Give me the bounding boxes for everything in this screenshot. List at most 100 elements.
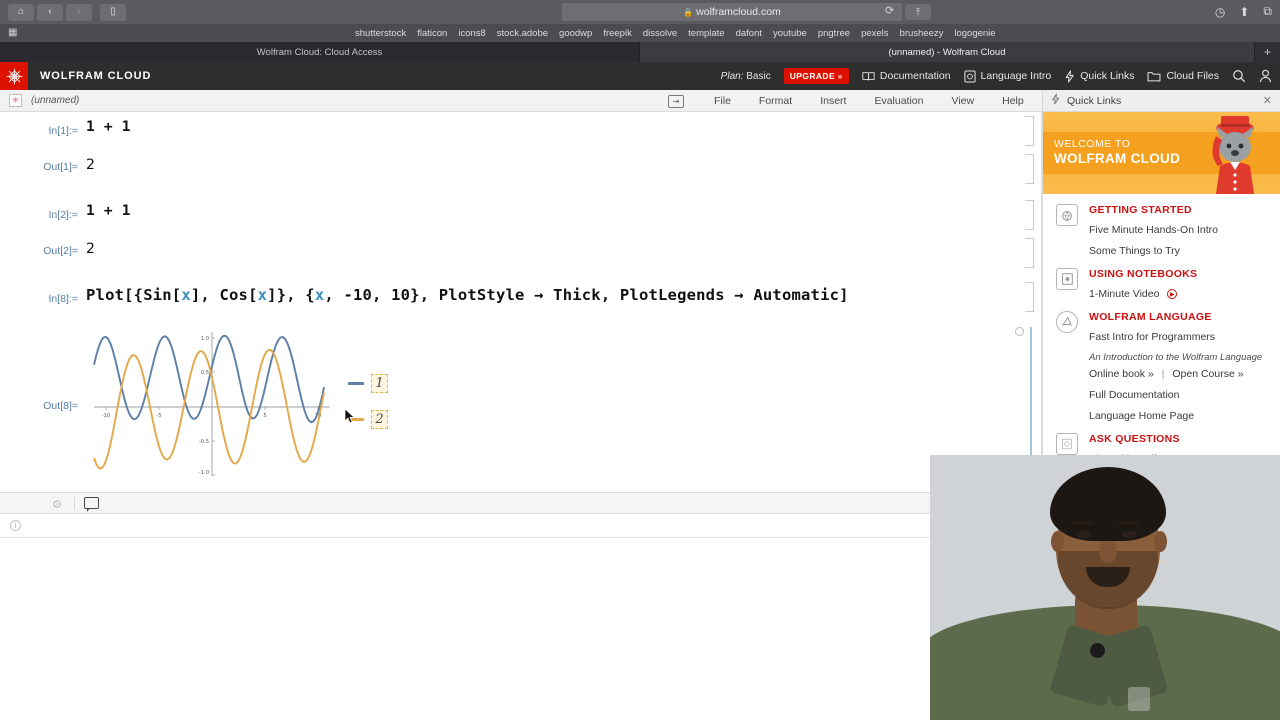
play-icon[interactable]: ▶ <box>1167 289 1178 300</box>
bookmark-item[interactable]: dafont <box>736 28 762 39</box>
forward-button[interactable]: › <box>66 3 92 21</box>
bookmark-item[interactable]: icons8 <box>458 28 485 39</box>
history-icon[interactable]: ◷ <box>1215 5 1225 19</box>
gear-icon[interactable]: ⚙ <box>52 498 62 511</box>
cell-bracket[interactable] <box>1025 116 1034 146</box>
header-documentation-link[interactable]: Documentation <box>862 70 951 82</box>
quick-link-item[interactable]: 1-Minute Video ▶ <box>1089 288 1270 300</box>
menu-insert[interactable]: Insert <box>820 95 846 107</box>
tab-cloud-access[interactable]: Wolfram Cloud: Cloud Access <box>0 42 640 62</box>
bookmark-item[interactable]: pexels <box>861 28 888 39</box>
home-button[interactable]: ⌂ <box>8 3 34 21</box>
presenter-ear-right <box>1154 531 1167 552</box>
plot-input-code[interactable]: Plot[{Sin[x], Cos[x]}, {x, -10, 10}, Plo… <box>86 286 849 304</box>
presenter-ear-left <box>1051 531 1064 552</box>
legend-label-box[interactable]: 2 <box>371 410 388 429</box>
header-quick-links-link[interactable]: Quick Links <box>1064 69 1134 83</box>
code-var: x <box>314 286 325 304</box>
bookmark-item[interactable]: logogenie <box>954 28 995 39</box>
bookmark-item[interactable]: flaticon <box>417 28 447 39</box>
code-part: , -10, 10}, PlotStyle <box>324 286 535 304</box>
presenter-brow-right <box>1119 521 1139 525</box>
bookmark-item[interactable]: dissolve <box>643 28 677 39</box>
section-title: ASK QUESTIONS <box>1089 433 1180 445</box>
bolt-icon <box>1051 93 1060 108</box>
bookmark-item[interactable]: freepik <box>603 28 632 39</box>
bottom-divider <box>74 497 75 510</box>
cell-bracket[interactable] <box>1025 154 1034 184</box>
wolfram-cloud-title: WOLFRAM CLOUD <box>40 70 152 82</box>
menu-help[interactable]: Help <box>1002 95 1024 107</box>
home-icon: ⌂ <box>17 6 25 17</box>
tab-unnamed-notebook[interactable]: (unnamed) - Wolfram Cloud <box>640 42 1255 62</box>
menu-evaluation[interactable]: Evaluation <box>874 95 923 107</box>
info-icon[interactable]: i <box>10 520 21 531</box>
bookmark-item[interactable]: goodwp <box>559 28 592 39</box>
bookmark-item[interactable]: pngtree <box>818 28 850 39</box>
quick-link-item[interactable]: Full Documentation <box>1089 389 1270 401</box>
header-cloud-files-link[interactable]: Cloud Files <box>1147 70 1219 82</box>
bookmark-item[interactable]: brusheezy <box>900 28 944 39</box>
back-button[interactable]: ‹ <box>37 3 63 21</box>
quick-link-item[interactable]: Online book » <box>1089 368 1154 380</box>
toolbar-right-icons: ◷ ⬆ ⧉ <box>1215 4 1272 19</box>
output-options-icon[interactable] <box>1015 327 1024 336</box>
menu-format[interactable]: Format <box>759 95 792 107</box>
bookmark-item[interactable]: stock.adobe <box>497 28 548 39</box>
wolfram-header-actions: Plan: Basic UPGRADE » Documentation Lang… <box>721 62 1272 90</box>
reload-button[interactable]: ⟳ <box>885 6 894 17</box>
header-item-label: Documentation <box>879 70 951 82</box>
quick-link-item[interactable]: Fast Intro for Programmers <box>1089 331 1270 343</box>
bookmark-item[interactable]: template <box>688 28 724 39</box>
cell-bracket[interactable] <box>1025 200 1034 230</box>
search-icon[interactable] <box>1232 69 1246 83</box>
menu-file[interactable]: File <box>714 95 731 107</box>
new-tab-button[interactable]: + <box>1255 42 1280 62</box>
svg-text:-1.0: -1.0 <box>199 470 209 476</box>
tab-overview-icon[interactable]: ⧉ <box>1263 4 1272 19</box>
notebook-empty-area[interactable] <box>0 538 1042 720</box>
chat-icon[interactable] <box>84 497 99 512</box>
quick-link-item[interactable]: Five Minute Hands-On Intro <box>1089 224 1270 236</box>
user-icon[interactable] <box>1259 69 1272 83</box>
banner-line2: WOLFRAM CLOUD <box>1054 150 1181 166</box>
app-root: ⌂ ‹ › ▯ 🔒 wolframcloud.com ⟳ ⤒ ◷ ⬆ ⧉ ▦ s… <box>0 0 1280 720</box>
cell-output-text: 2 <box>86 157 95 173</box>
wolfram-spikey-icon[interactable] <box>0 62 28 90</box>
cell-input-text[interactable]: 1 + 1 <box>86 119 131 135</box>
cell-in-label: In[8]:= <box>48 293 78 305</box>
upload-icon[interactable]: ⬆ <box>1239 5 1249 19</box>
cell-in-label: In[2]:= <box>48 209 78 221</box>
svg-text:1.0: 1.0 <box>201 336 209 342</box>
cell-bracket[interactable] <box>1025 238 1034 268</box>
address-bar[interactable]: 🔒 wolframcloud.com <box>562 3 902 21</box>
legend-label-box[interactable]: 1 <box>371 374 388 393</box>
cell-input-text[interactable]: 1 + 1 <box>86 203 131 219</box>
close-icon[interactable]: ✕ <box>1263 94 1272 107</box>
menu-view[interactable]: View <box>952 95 975 107</box>
legend-entry-1[interactable]: 1 <box>348 374 388 393</box>
arrow-glyph: → <box>534 286 544 304</box>
upgrade-button[interactable]: UPGRADE » <box>783 68 849 84</box>
cell-bracket[interactable] <box>1025 282 1034 312</box>
quick-link-item[interactable]: Open Course » <box>1172 368 1243 380</box>
plot-output[interactable]: -10 -5 5 10 1.0 0.5 -0.5 -1.0 1 2 <box>88 328 398 476</box>
sidebar-toggle-button[interactable]: ▯ <box>100 3 126 21</box>
quick-link-item[interactable]: Some Things to Try <box>1089 245 1270 257</box>
wolfram-language-icon <box>1056 311 1078 333</box>
notebook-title[interactable]: (unnamed) <box>31 95 79 106</box>
sidebar-icon: ▯ <box>110 6 116 17</box>
export-icon[interactable]: ⇥ <box>668 94 684 108</box>
share-button[interactable]: ⤒ <box>905 4 931 20</box>
url-text: wolframcloud.com <box>696 6 781 18</box>
bookmark-item[interactable]: youtube <box>773 28 807 39</box>
apps-grid-icon[interactable]: ▦ <box>8 28 19 39</box>
svg-text:5: 5 <box>263 413 266 419</box>
quick-link-item[interactable]: Language Home Page <box>1089 410 1270 422</box>
chevron-right-icon: › <box>77 6 81 17</box>
header-language-intro-link[interactable]: Language Intro <box>963 69 1051 83</box>
code-var: x <box>181 286 191 304</box>
bookmark-item[interactable]: shutterstock <box>355 28 406 39</box>
wolfram-doc-icon[interactable]: ✳ <box>9 94 22 107</box>
arrow-glyph: → <box>734 286 744 304</box>
